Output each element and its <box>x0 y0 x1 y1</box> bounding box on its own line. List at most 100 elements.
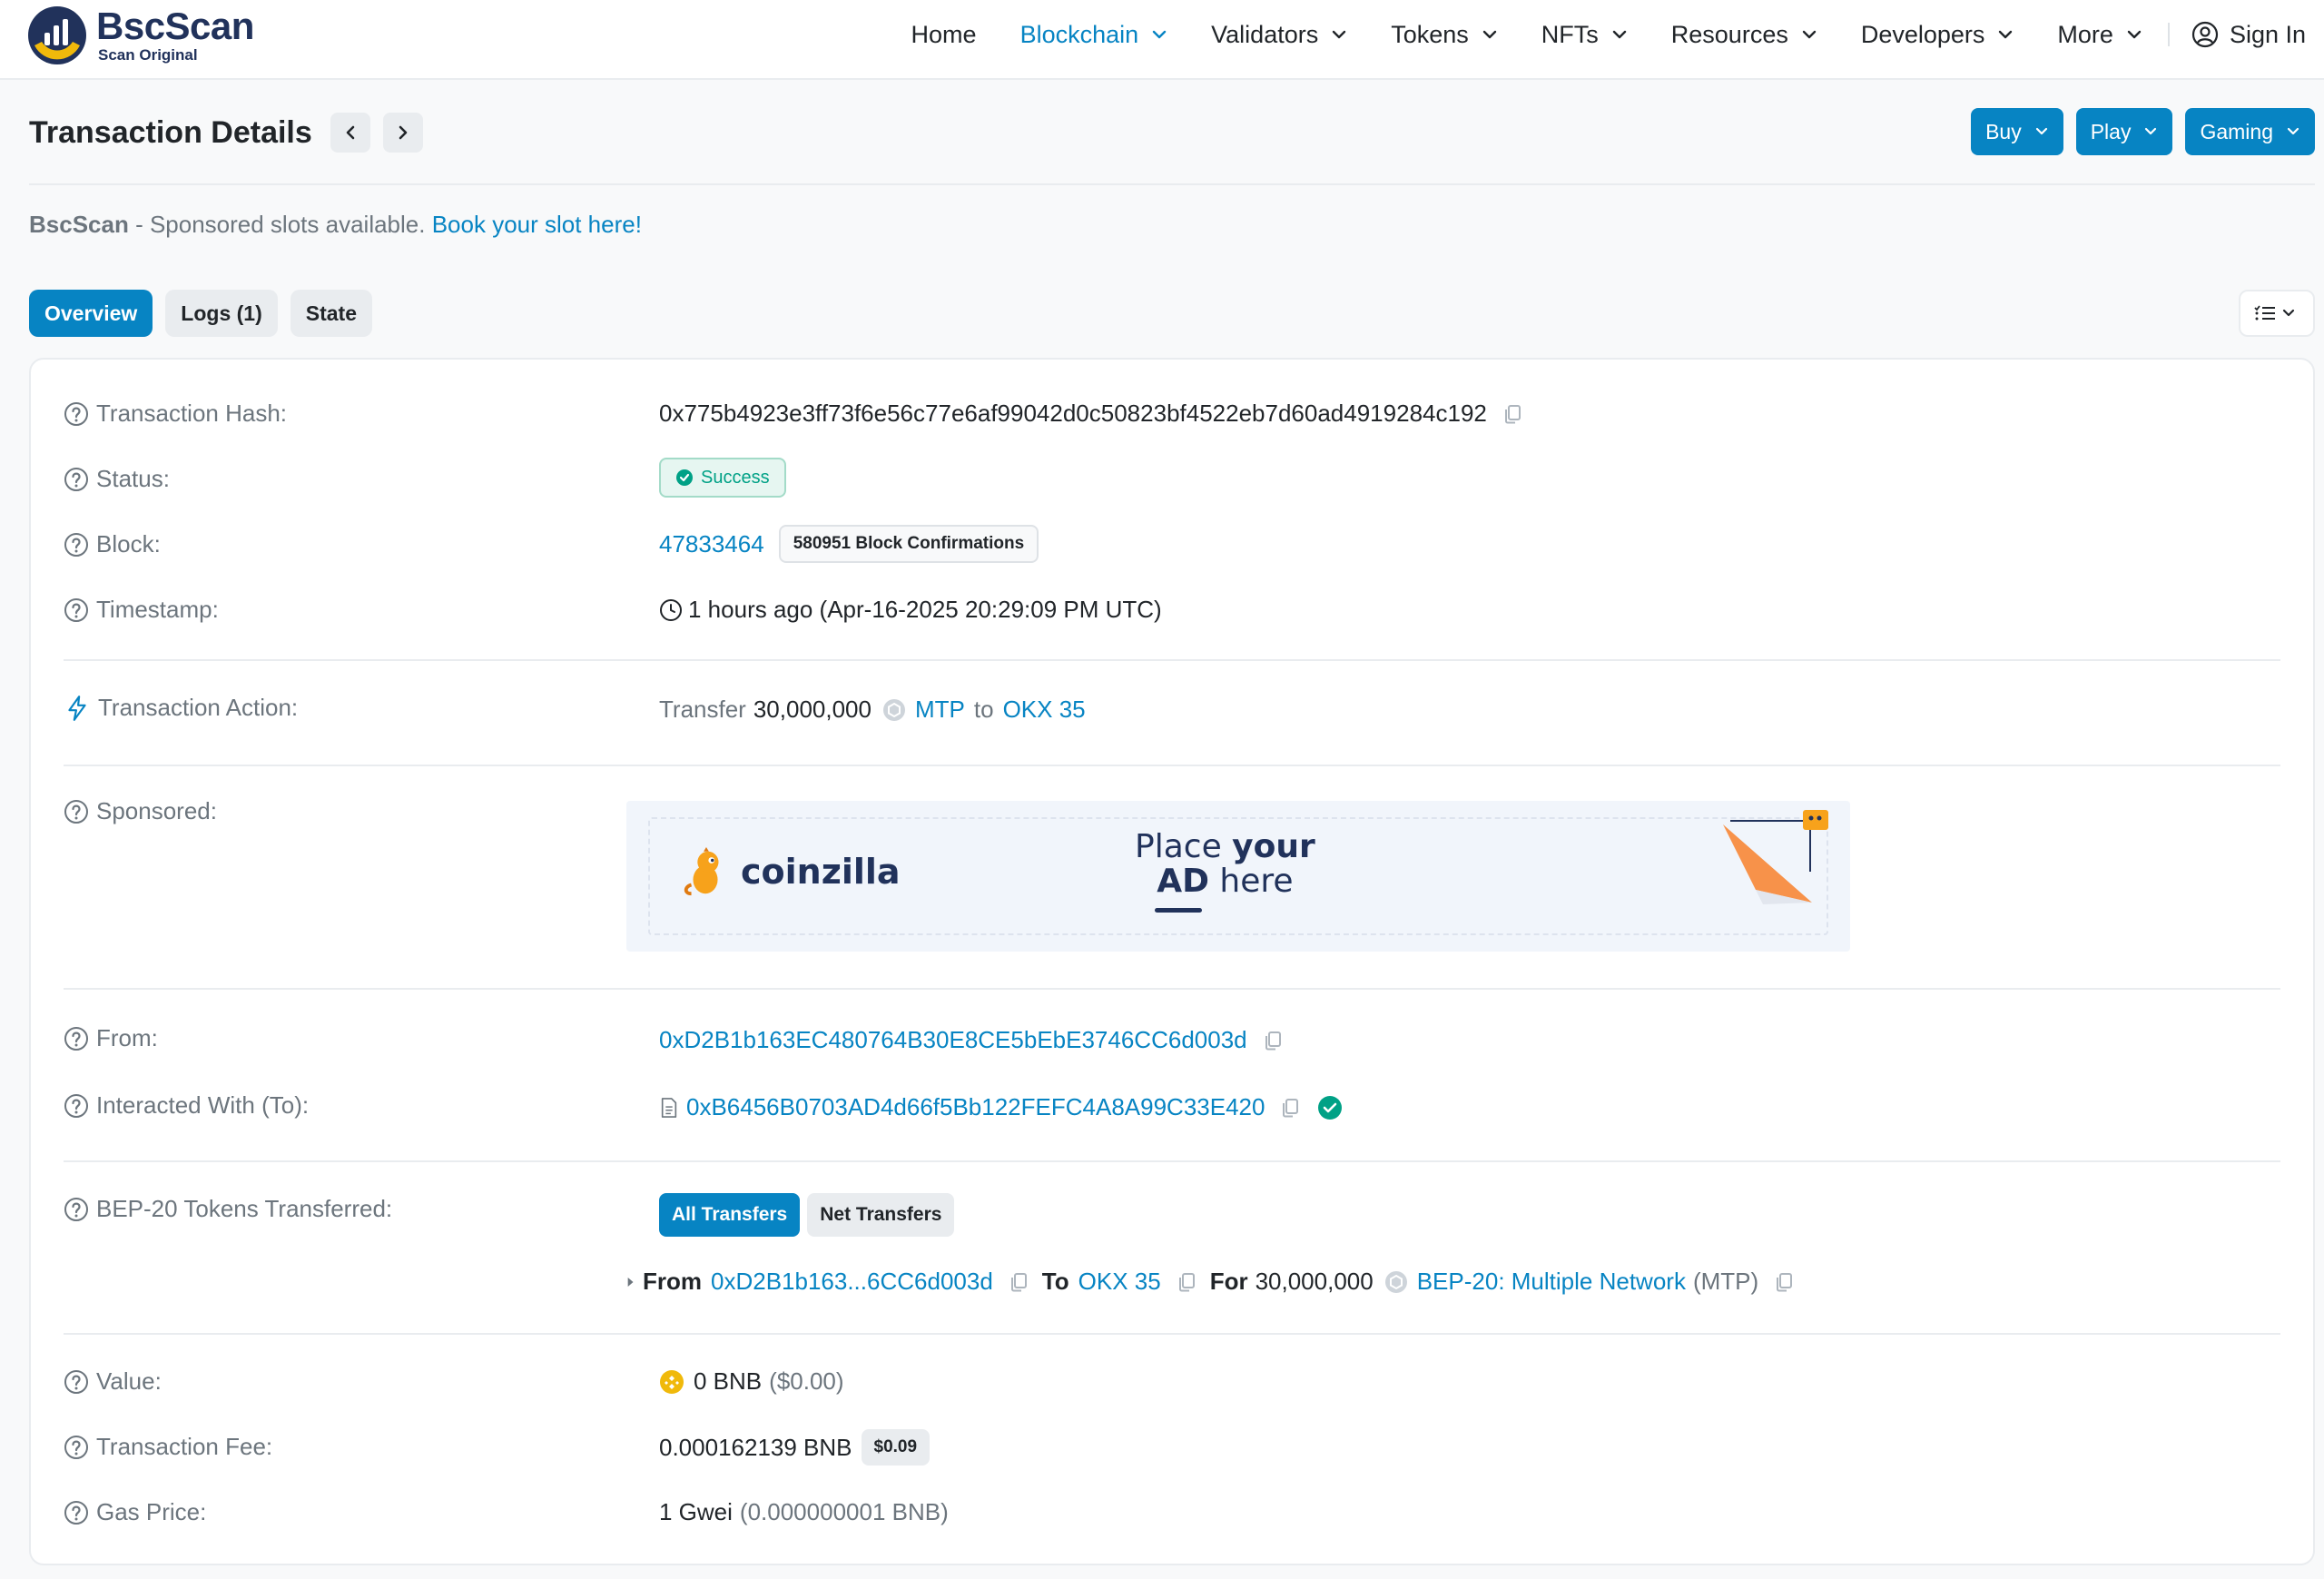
help-circle-icon[interactable] <box>64 1435 89 1460</box>
gaming-button[interactable]: Gaming <box>2185 108 2315 155</box>
tokens-label-text: BEP-20 Tokens Transferred: <box>96 1195 393 1222</box>
status-badge: Success <box>659 458 786 498</box>
nav-nfts[interactable]: NFTs <box>1541 21 1628 49</box>
transfer-token-symbol: (MTP) <box>1692 1268 1759 1295</box>
nav-resources-label: Resources <box>1670 20 1788 48</box>
from-label-text: From: <box>96 1024 158 1051</box>
sponsored-ad-banner[interactable]: coinzilla Place your AD here <box>626 801 1850 952</box>
nav-blockchain[interactable]: Blockchain <box>1020 21 1168 49</box>
copy-icon[interactable] <box>1502 403 1523 425</box>
gaming-button-label: Gaming <box>2200 119 2273 143</box>
status-label-text: Status: <box>96 465 170 492</box>
help-circle-icon[interactable] <box>64 1093 89 1119</box>
token-icon <box>882 698 905 721</box>
bscscan-logo[interactable]: BscScan Scan Original <box>27 4 254 67</box>
timestamp-value: 1 hours ago (Apr-16-2025 20:29:09 PM UTC… <box>659 596 1162 624</box>
sign-in-link[interactable]: Sign In <box>2191 21 2306 49</box>
help-circle-icon[interactable] <box>64 799 89 824</box>
nav-more[interactable]: More <box>2057 21 2142 49</box>
chevron-down-icon <box>1612 30 1626 39</box>
to-address-link[interactable]: 0xB6456B0703AD4d66f5Bb122FEFC4A8A99C33E4… <box>686 1093 1265 1121</box>
section-divider <box>64 765 2280 766</box>
previous-tx-button[interactable] <box>330 113 370 153</box>
top-header: BscScan Scan Original Home Blockchain Va… <box>0 0 2324 80</box>
tab-all-transfers[interactable]: All Transfers <box>659 1193 801 1237</box>
transfer-token-link[interactable]: BEP-20: Multiple Network <box>1417 1268 1686 1296</box>
tab-state[interactable]: State <box>290 290 372 337</box>
row-to: Interacted With (To): 0xB6456B0703AD4d66… <box>64 1088 2280 1124</box>
chevron-right-icon <box>399 125 408 140</box>
caret-right-icon[interactable] <box>626 1275 635 1289</box>
tab-net-transfers[interactable]: Net Transfers <box>807 1193 955 1237</box>
nav-tokens[interactable]: Tokens <box>1391 21 1498 49</box>
gas-gwei: 1 Gwei <box>659 1498 733 1525</box>
gas-label-text: Gas Price: <box>96 1498 207 1525</box>
action-token-link[interactable]: MTP <box>915 696 965 724</box>
copy-icon[interactable] <box>1279 1097 1301 1119</box>
sponsored-label-text: Sponsored: <box>96 797 217 824</box>
nav-more-label: More <box>2057 20 2113 48</box>
copy-icon[interactable] <box>1773 1271 1795 1293</box>
gas-label: Gas Price: <box>64 1498 206 1526</box>
timestamp-label-text: Timestamp: <box>96 596 219 623</box>
nav-developers[interactable]: Developers <box>1861 21 2014 49</box>
help-circle-icon[interactable] <box>64 467 89 492</box>
next-tx-button[interactable] <box>382 113 423 153</box>
buy-button[interactable]: Buy <box>1971 108 2063 155</box>
tab-logs[interactable]: Logs (1) <box>165 290 278 337</box>
help-circle-icon[interactable] <box>64 401 89 427</box>
transfer-for-word: For <box>1209 1268 1248 1295</box>
transfer-from-link[interactable]: 0xD2B1b163...6CC6d003d <box>711 1268 993 1296</box>
tab-overview[interactable]: Overview <box>29 290 153 337</box>
chevron-down-icon <box>2035 127 2047 135</box>
token-transfer-tabs: All Transfers Net Transfers <box>659 1193 961 1237</box>
nav-blockchain-label: Blockchain <box>1019 20 1139 48</box>
tx-hash: 0x775b4923e3ff73f6e56c77e6af99042d0c5082… <box>659 400 1487 427</box>
copy-icon[interactable] <box>1262 1030 1284 1051</box>
tx-hash-value: 0x775b4923e3ff73f6e56c77e6af99042d0c5082… <box>659 400 1523 428</box>
nav-nfts-label: NFTs <box>1541 20 1599 48</box>
book-slot-link[interactable]: Book your slot here! <box>432 211 642 238</box>
tx-hash-label-text: Transaction Hash: <box>96 400 288 427</box>
nav-separator <box>2167 23 2170 46</box>
help-circle-icon[interactable] <box>64 1500 89 1525</box>
chevron-down-icon <box>1333 30 1346 39</box>
row-tx-hash: Transaction Hash: 0x775b4923e3ff73f6e56c… <box>64 396 2280 432</box>
help-circle-icon[interactable] <box>64 597 89 623</box>
help-circle-icon[interactable] <box>64 1369 89 1395</box>
section-divider <box>64 1333 2280 1335</box>
nav-home[interactable]: Home <box>911 21 977 49</box>
nav-resources[interactable]: Resources <box>1671 21 1817 49</box>
copy-icon[interactable] <box>1008 1271 1029 1293</box>
help-circle-icon[interactable] <box>64 1026 89 1051</box>
paper-plane-icon <box>1723 810 1828 904</box>
view-options-button[interactable] <box>2239 290 2315 337</box>
coinzilla-mascot-icon <box>684 846 719 896</box>
check-circle-icon <box>676 469 693 486</box>
transfer-to-link[interactable]: OKX 35 <box>1078 1268 1161 1296</box>
timestamp: 1 hours ago (Apr-16-2025 20:29:09 PM UTC… <box>688 596 1162 623</box>
confirmations-badge: 580951 Block Confirmations <box>778 525 1039 563</box>
bscscan-logo-icon <box>28 6 86 64</box>
nav-tokens-label: Tokens <box>1391 20 1469 48</box>
chevron-down-icon <box>1152 30 1167 39</box>
value-label-text: Value: <box>96 1367 162 1395</box>
action-recipient-link[interactable]: OKX 35 <box>1003 696 1086 724</box>
play-button-label: Play <box>2090 119 2132 143</box>
block-number-link[interactable]: 47833464 <box>659 530 764 558</box>
help-circle-icon[interactable] <box>64 1197 89 1222</box>
copy-icon[interactable] <box>1176 1271 1197 1293</box>
ad-line2a: AD <box>1157 863 1209 900</box>
sponsored-slot-bar: BscScan - Sponsored slots available. Boo… <box>29 211 642 239</box>
gas-value: 1 Gwei (0.000000001 BNB) <box>659 1498 949 1526</box>
section-divider <box>64 1160 2280 1162</box>
to-label: Interacted With (To): <box>64 1091 309 1120</box>
help-circle-icon[interactable] <box>64 532 89 558</box>
tx-action-label: Transaction Action: <box>64 694 298 722</box>
status-label: Status: <box>64 465 170 493</box>
header-actions: Buy Play Gaming <box>1958 108 2315 155</box>
play-button[interactable]: Play <box>2075 108 2173 155</box>
from-address-link[interactable]: 0xD2B1b163EC480764B30E8CE5bEbE3746CC6d00… <box>659 1026 1247 1054</box>
to-label-text: Interacted With (To): <box>96 1091 310 1119</box>
nav-validators[interactable]: Validators <box>1211 21 1347 49</box>
